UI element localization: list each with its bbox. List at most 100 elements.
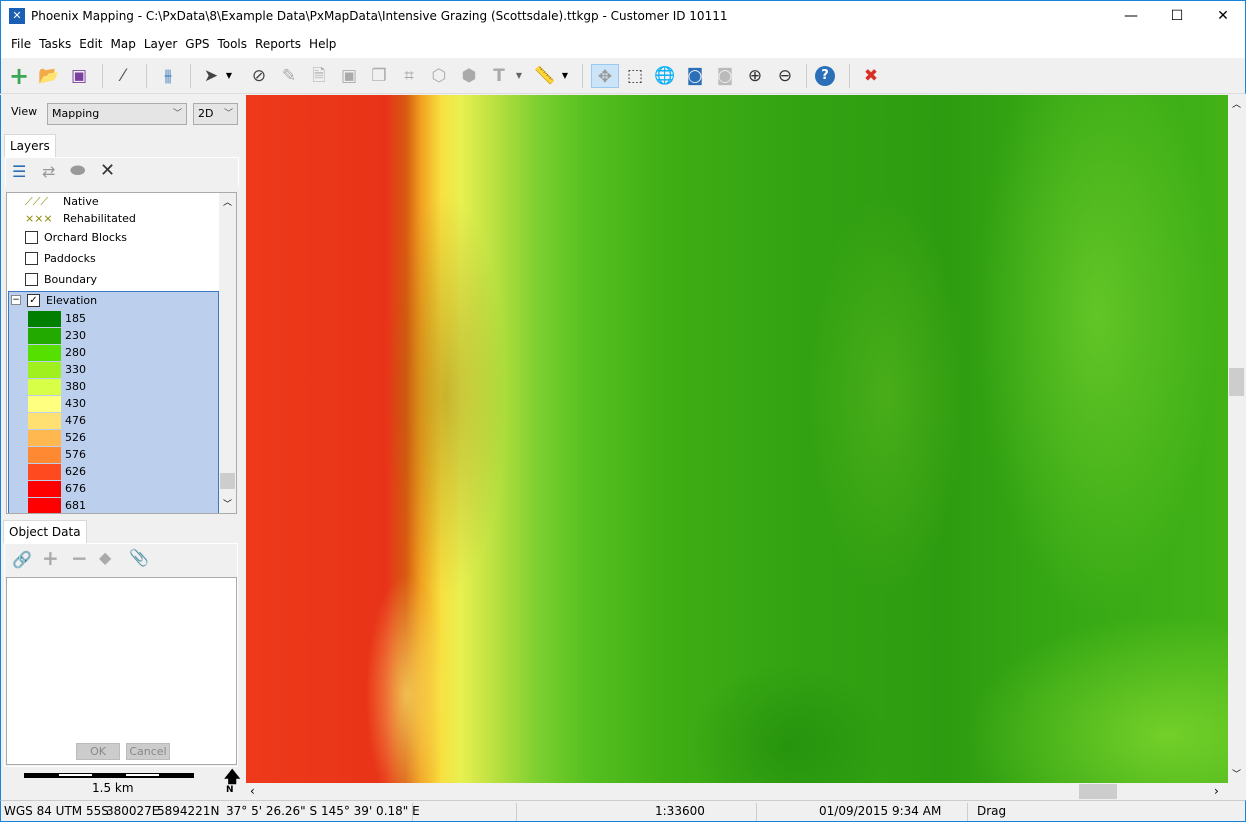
- window-title: Phoenix Mapping - C:\PxData\8\Example Da…: [31, 9, 728, 23]
- zoom-box-icon[interactable]: ⬚: [623, 64, 647, 88]
- globe-extent-icon[interactable]: ◙: [683, 64, 707, 88]
- close-x-icon[interactable]: ✖: [859, 64, 883, 88]
- edit-document-icon[interactable]: 🗎: [307, 64, 331, 88]
- open-icon[interactable]: 📂: [37, 64, 61, 88]
- remove-record-icon[interactable]: −: [71, 546, 88, 570]
- legend-value: 185: [65, 312, 86, 325]
- scroll-down-icon[interactable]: ﹀: [1232, 767, 1241, 780]
- eraser-icon[interactable]: ⬬: [70, 160, 85, 181]
- status-mode: Drag: [977, 804, 1007, 818]
- crop-icon[interactable]: ⌗: [397, 64, 421, 88]
- zoom-out-icon[interactable]: ⊖: [773, 64, 797, 88]
- globe-icon[interactable]: 🌐: [653, 64, 677, 88]
- legend-value: 626: [65, 465, 86, 478]
- menu-edit[interactable]: Edit: [75, 30, 106, 58]
- tab-layers[interactable]: Layers: [4, 134, 56, 157]
- maximize-button[interactable]: ☐: [1154, 1, 1200, 31]
- menu-reports[interactable]: Reports: [251, 30, 305, 58]
- frame-icon[interactable]: ▣: [337, 64, 361, 88]
- add-icon[interactable]: +: [7, 64, 31, 88]
- map-canvas[interactable]: [246, 95, 1228, 783]
- view-mode-select[interactable]: Mapping ﹀: [47, 103, 187, 125]
- app-logo-icon: ✕: [9, 8, 25, 24]
- scroll-right-icon[interactable]: ›: [1214, 784, 1219, 798]
- map-horizontal-scrollbar[interactable]: ‹ ›: [246, 783, 1228, 800]
- text-icon[interactable]: T: [487, 64, 511, 88]
- scale-label: 1.5 km: [92, 781, 134, 795]
- legend-swatch: [28, 396, 61, 412]
- zoom-in-icon[interactable]: ⊕: [743, 64, 767, 88]
- legend-label: Rehabilitated: [63, 212, 136, 225]
- layer-orchard-blocks[interactable]: Orchard Blocks: [7, 227, 219, 248]
- layer-checkbox[interactable]: [25, 273, 38, 286]
- map-vertical-scrollbar[interactable]: ︿ ﹀: [1228, 95, 1245, 783]
- menu-layer[interactable]: Layer: [140, 30, 181, 58]
- reorder-layers-icon[interactable]: ⇄: [42, 162, 55, 181]
- menu-help[interactable]: Help: [305, 30, 340, 58]
- copy-icon[interactable]: ❐: [367, 64, 391, 88]
- help-icon[interactable]: ?: [815, 66, 835, 86]
- minimize-button[interactable]: —: [1108, 1, 1154, 31]
- legend-value: 676: [65, 482, 86, 495]
- scroll-up-icon[interactable]: ︿: [1232, 97, 1241, 110]
- tab-object-data[interactable]: Object Data: [3, 520, 87, 543]
- layer-checkbox[interactable]: [25, 252, 38, 265]
- status-latlon: 37° 5' 26.26" S 145° 39' 0.18" E: [226, 804, 420, 818]
- legend-swatch: [28, 430, 61, 446]
- dimension-select[interactable]: 2D ﹀: [193, 103, 238, 125]
- layer-label: Paddocks: [44, 252, 96, 265]
- scroll-thumb[interactable]: [1229, 368, 1244, 396]
- layer-properties-icon[interactable]: ☰: [12, 162, 26, 181]
- layer-elevation[interactable]: − ✓ Elevation 185 230 280 330 380 430 476 526 57…: [8, 291, 219, 513]
- scroll-up-icon[interactable]: ︿: [223, 195, 232, 208]
- globe-disabled-icon[interactable]: ◙: [713, 64, 737, 88]
- ruler-icon[interactable]: 📏: [533, 64, 557, 88]
- legend-value: 576: [65, 448, 86, 461]
- remove-layer-icon[interactable]: ✕: [100, 160, 115, 181]
- layer-list-scrollbar[interactable]: ︿ ﹀: [219, 193, 236, 513]
- layer-checkbox[interactable]: ✓: [27, 294, 40, 307]
- crosshatch-icon: ⨯⨯⨯: [25, 212, 53, 225]
- chevron-down-icon: ﹀: [172, 109, 182, 119]
- layer-boundary[interactable]: Boundary: [7, 269, 219, 290]
- ruler-dropdown-icon[interactable]: ▼: [559, 64, 571, 88]
- scroll-thumb[interactable]: [1079, 784, 1117, 799]
- collapse-icon[interactable]: −: [11, 295, 21, 305]
- save-icon[interactable]: ▣: [67, 64, 91, 88]
- link-icon[interactable]: 🔗: [12, 550, 32, 569]
- settings-sliders-icon[interactable]: ⫵: [156, 64, 180, 88]
- legend-swatch: [28, 379, 61, 395]
- select-arrow-icon[interactable]: ➤: [199, 64, 223, 88]
- legend-swatch: [28, 481, 61, 497]
- deselect-icon[interactable]: ⊘: [247, 64, 271, 88]
- layer-list: ⟋⟋⟋ Native ⨯⨯⨯ Rehabilitated Orchard Block…: [6, 192, 237, 514]
- magic-wand-icon[interactable]: ⁄: [111, 64, 135, 88]
- layer-checkbox[interactable]: [25, 231, 38, 244]
- legend-value: 526: [65, 431, 86, 444]
- split-icon[interactable]: ⬡: [427, 64, 451, 88]
- text-dropdown-icon[interactable]: ▼: [513, 64, 525, 88]
- close-button[interactable]: ✕: [1200, 1, 1246, 31]
- menu-tasks[interactable]: Tasks: [35, 30, 75, 58]
- layer-label: Boundary: [44, 273, 97, 286]
- merge-icon[interactable]: ⬢: [457, 64, 481, 88]
- menu-gps[interactable]: GPS: [181, 30, 213, 58]
- menu-tools[interactable]: Tools: [213, 30, 251, 58]
- shapes-icon[interactable]: ◆: [99, 548, 111, 567]
- menu-map[interactable]: Map: [107, 30, 140, 58]
- add-record-icon[interactable]: +: [42, 546, 59, 570]
- pencil-icon[interactable]: ✎: [277, 64, 301, 88]
- select-dropdown-icon[interactable]: ▼: [223, 64, 235, 88]
- layer-paddocks[interactable]: Paddocks: [7, 248, 219, 269]
- status-easting: 380027E: [106, 804, 160, 818]
- scroll-thumb[interactable]: [220, 473, 235, 489]
- legend-swatch: [28, 328, 61, 344]
- pan-icon[interactable]: ✥: [591, 64, 619, 88]
- scroll-left-icon[interactable]: ‹: [250, 784, 255, 798]
- scroll-down-icon[interactable]: ﹀: [223, 497, 232, 510]
- ok-button[interactable]: OK: [76, 743, 120, 760]
- menu-file[interactable]: File: [7, 30, 35, 58]
- status-northing: 5894221N: [157, 804, 220, 818]
- attachment-icon[interactable]: 📎: [129, 548, 149, 567]
- cancel-button[interactable]: Cancel: [126, 743, 170, 760]
